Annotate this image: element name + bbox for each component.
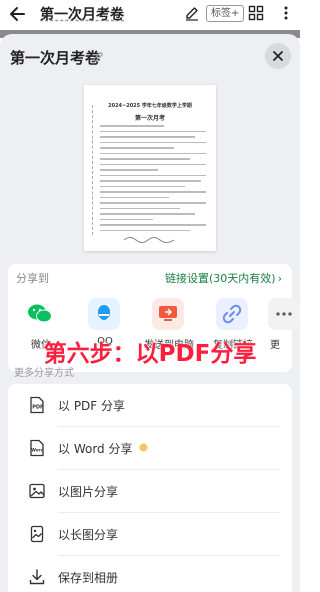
long-image-icon	[30, 525, 44, 543]
qq-icon	[88, 298, 120, 330]
share-as-long-image[interactable]: 以长图分享	[8, 513, 292, 555]
close-button[interactable]	[265, 43, 291, 69]
share-as-image[interactable]: 以图片分享	[8, 470, 292, 512]
vip-badge	[139, 443, 148, 452]
svg-text:Word: Word	[31, 448, 43, 453]
preview-subtitle: 第一次月考	[134, 115, 165, 122]
more-vertical-icon[interactable]	[278, 5, 294, 21]
rename-icon[interactable]	[92, 50, 105, 63]
download-icon	[29, 569, 45, 585]
send-to-computer-icon	[152, 298, 184, 330]
edit-icon[interactable]	[184, 5, 200, 21]
link-settings-label: 链接设置(30天内有效)	[165, 272, 276, 285]
preview-text-lines	[100, 125, 206, 235]
svg-text:PDF: PDF	[32, 405, 43, 411]
preview-header: 2024~2025 学年七年级数学上学期	[108, 103, 192, 109]
tag-button[interactable]: 标签+	[206, 5, 245, 22]
more-share-ways-label: 更多分享方式	[14, 368, 74, 379]
share-as-pdf[interactable]: PDF 以 PDF 分享	[8, 384, 292, 426]
more-icon	[268, 298, 300, 330]
document-preview: 2024~2025 学年七年级数学上学期 第一次月考	[84, 85, 216, 251]
share-as-word[interactable]: Word 以 Word 分享	[8, 427, 292, 469]
grid-icon[interactable]	[248, 5, 264, 21]
document-title[interactable]: 第一次月考卷	[40, 4, 124, 24]
share-format-list: PDF 以 PDF 分享 Word 以 Word 分享 以图片分享 以长图分享 …	[8, 384, 292, 592]
share-as-word-label: 以 Word 分享	[58, 441, 133, 456]
wechat-icon	[24, 298, 56, 330]
close-icon	[273, 51, 283, 61]
share-as-pdf-label: 以 PDF 分享	[58, 398, 126, 413]
share-bottom-sheet: 第一次月考卷 2024~2025 学年七年级数学上学期 第一次月考 分享到 链接…	[0, 34, 300, 592]
preview-watermark	[123, 237, 175, 243]
chevron-right-icon: ›	[277, 272, 282, 285]
share-as-long-image-label: 以长图分享	[58, 527, 119, 542]
share-to-label: 分享到	[16, 272, 49, 285]
tag-label: 标签	[211, 8, 231, 19]
link-icon	[216, 298, 248, 330]
pdf-icon: PDF	[30, 396, 44, 414]
link-settings-link[interactable]: 链接设置(30天内有效) ›	[165, 270, 282, 286]
share-as-image-label: 以图片分享	[58, 484, 119, 499]
save-to-album[interactable]: 保存到相册	[8, 556, 292, 592]
back-arrow-icon[interactable]	[8, 4, 28, 24]
tag-plus: +	[231, 8, 240, 19]
sheet-title: 第一次月考卷	[10, 49, 101, 67]
word-icon: Word	[30, 439, 44, 457]
preview-binding-margin	[87, 105, 93, 235]
tutorial-step-caption: 第六步：以PDF分享	[43, 341, 257, 367]
app-top-bar: 第一次月考卷 标签+	[0, 0, 300, 30]
image-icon	[29, 483, 45, 499]
save-to-album-label: 保存到相册	[58, 570, 119, 585]
